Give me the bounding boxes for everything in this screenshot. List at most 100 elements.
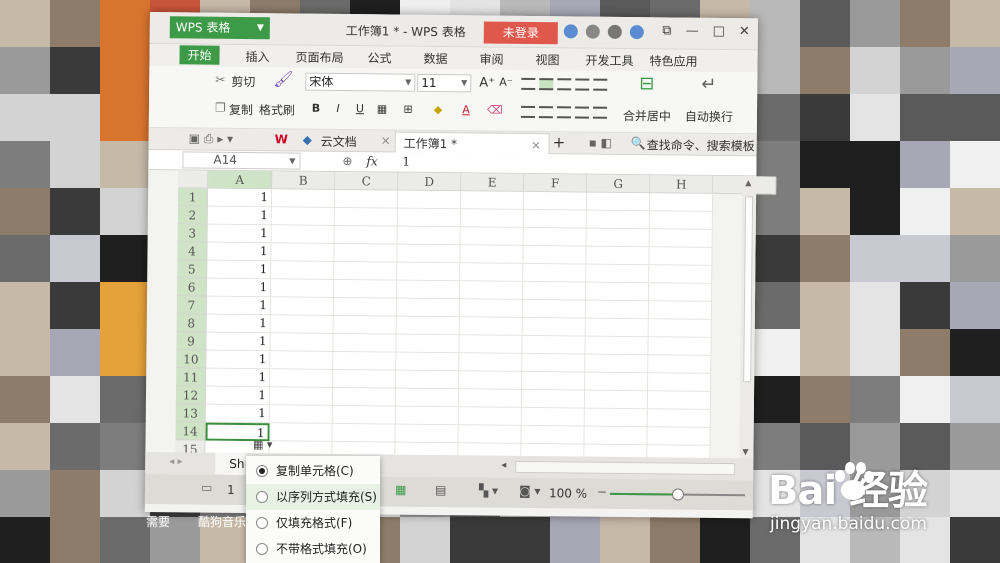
table-cell[interactable]: [523, 245, 587, 265]
font-size-select[interactable]: 11 ▼: [417, 73, 472, 93]
table-cell[interactable]: [271, 207, 335, 226]
decrease-font-icon[interactable]: A⁻: [499, 76, 512, 89]
table-cell[interactable]: [460, 191, 525, 210]
font-color-icon[interactable]: A: [459, 103, 473, 117]
vertical-scrollbar[interactable]: ▲ ▼: [739, 176, 757, 459]
copy-icon[interactable]: ❐: [215, 101, 226, 115]
table-cell[interactable]: [649, 193, 714, 212]
table-cell[interactable]: [522, 371, 586, 391]
skin-icon[interactable]: [563, 24, 578, 39]
table-cell[interactable]: [586, 228, 650, 248]
column-header[interactable]: H: [650, 175, 714, 194]
font-name-select[interactable]: 宋体 ▼: [305, 72, 416, 92]
table-cell[interactable]: [521, 407, 585, 427]
table-cell[interactable]: [522, 353, 586, 373]
table-cell[interactable]: [648, 337, 712, 356]
row-header[interactable]: 5: [177, 260, 208, 279]
table-cell[interactable]: [334, 279, 398, 299]
wps-app-menu-button[interactable]: WPS 表格 ▼: [169, 16, 270, 40]
row-header[interactable]: 7: [176, 296, 208, 315]
table-cell[interactable]: [649, 247, 713, 266]
align-left-icon[interactable]: [520, 105, 536, 119]
table-cell[interactable]: [648, 319, 712, 338]
table-cell[interactable]: [647, 391, 712, 410]
table-cell[interactable]: [396, 298, 461, 318]
table-cell[interactable]: [649, 265, 713, 284]
table-cell[interactable]: [523, 281, 587, 301]
table-cell[interactable]: [459, 371, 523, 390]
justify-icon[interactable]: [574, 106, 590, 119]
table-cell[interactable]: [332, 405, 396, 425]
table-cell[interactable]: [397, 208, 461, 228]
table-cell[interactable]: [586, 246, 650, 266]
distributed-icon[interactable]: [592, 106, 608, 119]
login-button[interactable]: 未登录: [483, 21, 558, 45]
table-cell[interactable]: [586, 210, 650, 230]
tab-developer[interactable]: 开发工具: [585, 52, 633, 70]
merge-center-button[interactable]: 合并居中: [623, 107, 671, 125]
table-cell[interactable]: [271, 225, 335, 244]
copy-button[interactable]: 复制: [229, 101, 253, 118]
table-cell[interactable]: [647, 427, 711, 446]
scrollbar-thumb[interactable]: [743, 196, 754, 383]
autofill-option[interactable]: 复制单元格(C): [246, 458, 380, 484]
table-cell[interactable]: [648, 283, 713, 302]
table-cell[interactable]: [649, 229, 713, 248]
scroll-up-icon[interactable]: ▲: [745, 178, 751, 187]
table-cell[interactable]: [269, 387, 334, 406]
tab-workbook1[interactable]: 工作簿1 * ×: [394, 131, 551, 155]
table-cell[interactable]: 1: [207, 206, 272, 226]
table-cell[interactable]: [333, 351, 397, 371]
italic-button[interactable]: I: [331, 102, 345, 116]
table-cell[interactable]: [648, 355, 712, 374]
table-cell[interactable]: [584, 390, 649, 410]
borders-dropdown-icon[interactable]: ⊞: [401, 103, 415, 117]
table-cell[interactable]: [397, 190, 462, 210]
outdent-icon[interactable]: [593, 78, 608, 91]
table-cell[interactable]: [395, 406, 459, 426]
tab-view[interactable]: 视图: [535, 51, 559, 68]
table-cell[interactable]: [459, 335, 523, 354]
table-cell[interactable]: [586, 192, 651, 212]
table-cell[interactable]: [586, 282, 650, 302]
table-cell[interactable]: [334, 207, 398, 227]
new-tab-plus-icon[interactable]: +: [553, 133, 566, 151]
table-cell[interactable]: [521, 389, 586, 409]
autofill-options-icon[interactable]: ▦ ▾: [253, 438, 277, 452]
table-cell[interactable]: [397, 244, 461, 264]
table-cell[interactable]: 1: [205, 404, 270, 424]
scroll-left-icon[interactable]: ◂: [501, 460, 506, 471]
table-cell[interactable]: [585, 336, 649, 356]
fill-color-icon[interactable]: ◆: [431, 103, 445, 117]
align-bottom-icon[interactable]: [557, 78, 572, 91]
table-cell[interactable]: [459, 317, 523, 336]
indent-icon[interactable]: [575, 78, 590, 91]
table-cell[interactable]: [396, 352, 460, 372]
table-cell[interactable]: [270, 297, 335, 316]
tab-insert[interactable]: 插入: [245, 48, 269, 65]
table-cell[interactable]: [584, 408, 648, 428]
row-header[interactable]: 11: [176, 368, 207, 387]
function-icon[interactable]: fx: [366, 154, 377, 168]
table-cell[interactable]: [648, 301, 712, 320]
normal-view-icon[interactable]: ▦: [395, 483, 406, 497]
row-header[interactable]: 8: [176, 314, 207, 333]
table-cell[interactable]: 1: [207, 188, 273, 208]
tab-home[interactable]: 开始: [179, 45, 220, 65]
maximize-icon[interactable]: □: [713, 24, 725, 39]
table-cell[interactable]: [585, 318, 649, 338]
table-cell[interactable]: 1: [206, 350, 271, 370]
scissors-icon[interactable]: ✂: [215, 73, 225, 87]
table-cell[interactable]: [270, 315, 334, 334]
table-cell[interactable]: [523, 227, 587, 247]
table-cell[interactable]: [458, 407, 522, 426]
cut-button[interactable]: 剪切: [231, 73, 255, 90]
table-cell[interactable]: 1: [206, 332, 271, 352]
table-cell[interactable]: 1: [205, 386, 271, 406]
table-cell[interactable]: [397, 262, 461, 282]
tab-page-layout[interactable]: 页面布局: [295, 49, 343, 67]
row-header[interactable]: 2: [177, 206, 208, 225]
close-icon[interactable]: ×: [531, 138, 541, 152]
table-cell[interactable]: [584, 426, 648, 446]
tab-data[interactable]: 数据: [423, 50, 447, 67]
